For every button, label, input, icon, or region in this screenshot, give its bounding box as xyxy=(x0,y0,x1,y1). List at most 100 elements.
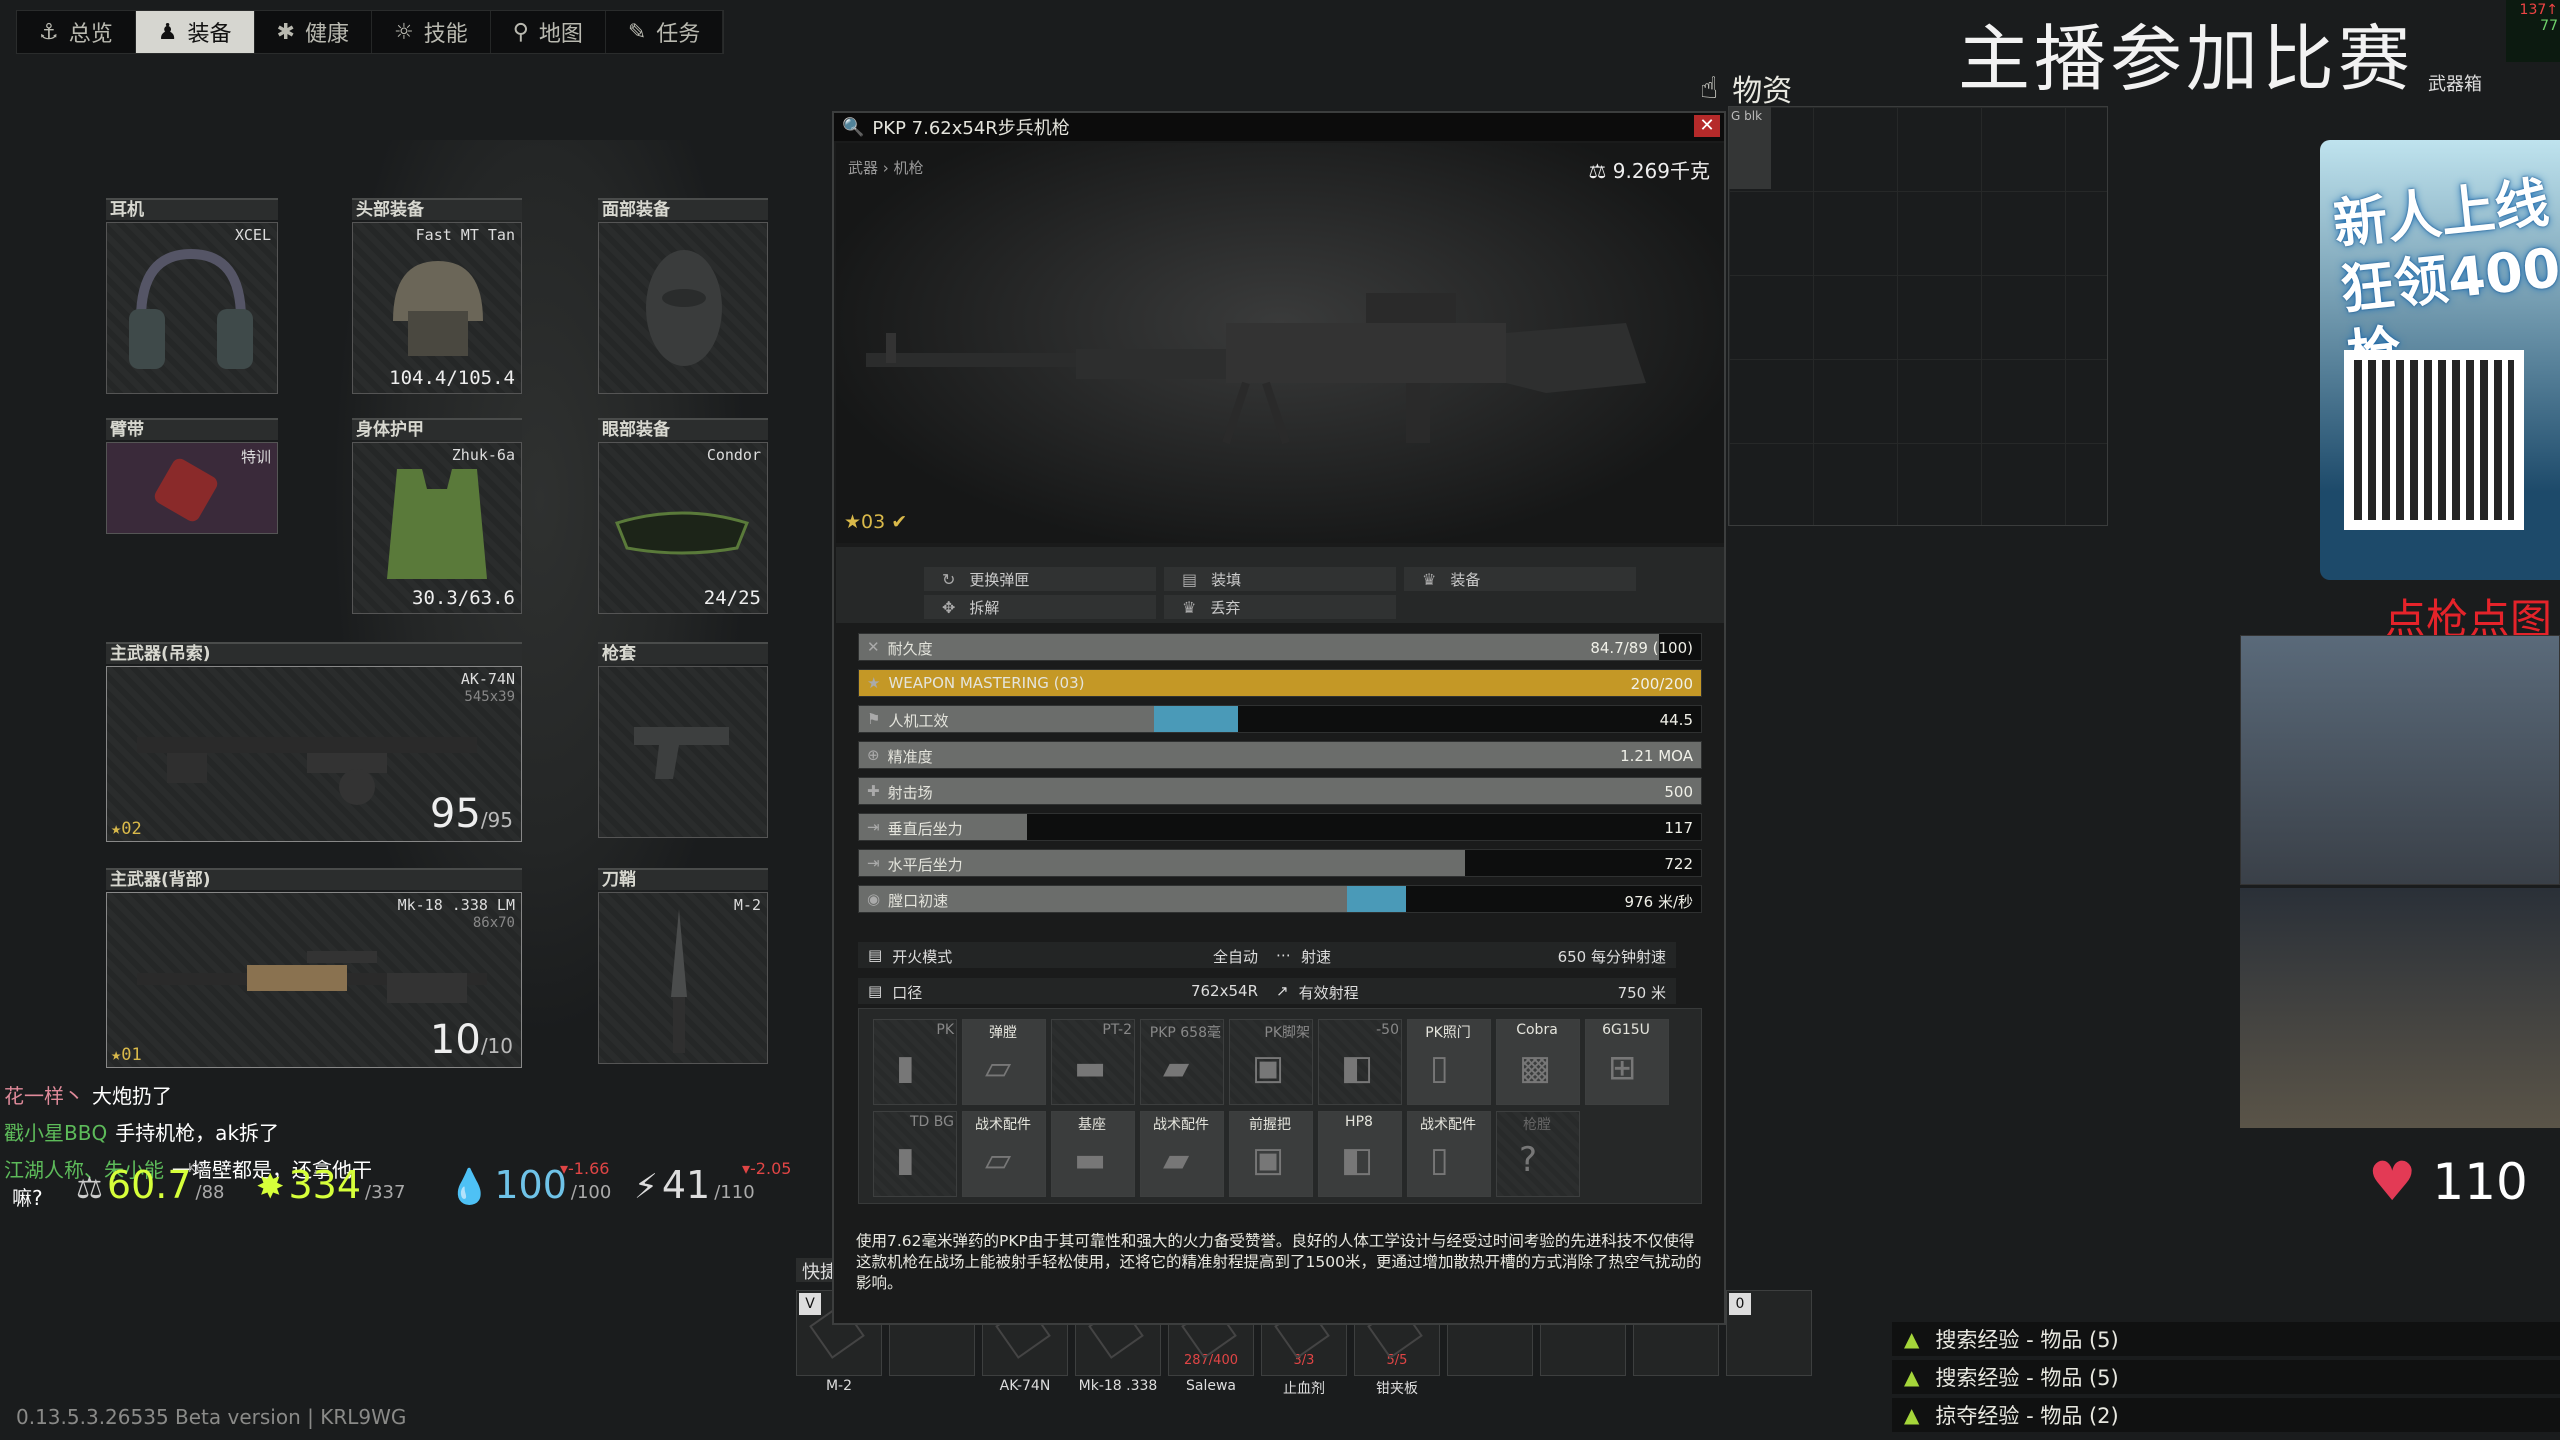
stat-label: ⇥ 垂直后坐力 xyxy=(867,818,963,838)
close-button[interactable]: ✕ xyxy=(1694,115,1720,137)
eyewear-slot[interactable]: Condor 24/25 xyxy=(598,442,768,614)
mod-part-icon: ▰ xyxy=(1163,1140,1190,1180)
disassemble-button[interactable]: ✥ 拆解 xyxy=(924,595,1156,619)
primary1-header: 主武器(吊索) xyxy=(106,642,522,664)
corner-stats: 137↑ 77 xyxy=(2506,0,2560,62)
scabbard-slot[interactable]: M-2 xyxy=(598,892,768,1064)
mod-slot[interactable]: 战术配件 ▯ xyxy=(1407,1111,1491,1197)
primary1-slot[interactable]: AK-74N 545x39 ★02 95/95 xyxy=(106,666,522,842)
stat-bar: ⚑ 人机工效 44.5 xyxy=(858,705,1702,733)
helmet-icon xyxy=(393,261,483,356)
tab-gear[interactable]: ♟ 装备 xyxy=(135,11,255,53)
earpiece-slot[interactable]: XCEL xyxy=(106,222,278,394)
property-row: ▤ 口径 762x54R xyxy=(858,978,1268,1004)
mod-slots: PK ▮ 弹膛 ▱ PT-2 ▬ PKP 658毫 ▰ PK脚架 ▣ -50 ◧ PK照门 ▯ Cobra ▩… xyxy=(858,1008,1702,1204)
tab-overview[interactable]: ⚓ 总览 xyxy=(17,11,136,53)
mod-slot[interactable]: 战术配件 ▱ xyxy=(962,1111,1046,1197)
stash-grid[interactable]: G blk xyxy=(1728,106,2108,526)
mod-slot[interactable]: 战术配件 ▰ xyxy=(1140,1111,1224,1197)
mod-slot[interactable]: Cobra ▩ xyxy=(1496,1019,1580,1105)
firemode-icon: ▤ xyxy=(868,946,883,964)
promo-banner: 新人上线 狂领400枪 xyxy=(2320,140,2560,580)
window-titlebar[interactable]: 🔍 PKP 7.62x54R步兵机枪 xyxy=(834,113,1724,141)
stat-value: 500 xyxy=(1664,783,1693,801)
property-row: ▤ 开火模式 全自动 xyxy=(858,942,1268,968)
mod-slot[interactable]: 弹膛 ▱ xyxy=(962,1019,1046,1105)
mod-slot[interactable]: PK照门 ▯ xyxy=(1407,1019,1491,1105)
property-value: 全自动 xyxy=(1212,948,1258,966)
eyewear-header: 眼部装备 xyxy=(598,418,768,440)
knife-icon xyxy=(671,909,687,1053)
top-nav: ⚓ 总览 ♟ 装备 ✱ 健康 ☼ 技能 ⚲ 地图 ✎ 任务 xyxy=(16,10,725,54)
stat-value: 44.5 xyxy=(1659,711,1693,729)
hotbar-slot[interactable]: 0 xyxy=(1726,1290,1812,1376)
mod-slot[interactable]: 基座 ▬ xyxy=(1051,1111,1135,1197)
stash-item[interactable]: G blk xyxy=(1729,107,1771,189)
stat-value: 722 xyxy=(1664,855,1693,873)
mod-slot[interactable]: 前握把 ▣ xyxy=(1229,1111,1313,1197)
holster-slot[interactable] xyxy=(598,666,768,838)
mod-slot[interactable]: HP8 ◧ xyxy=(1318,1111,1402,1197)
mod-part-icon: ▬ xyxy=(1074,1140,1107,1180)
property-row: ↗ 有效射程 750 米 xyxy=(1266,978,1676,1004)
mod-slot-label: -50 xyxy=(1376,1022,1399,1038)
load-button[interactable]: ▤ 装填 xyxy=(1164,567,1396,591)
discard-button[interactable]: ♛ 丢弃 xyxy=(1164,595,1396,619)
property-value: 750 米 xyxy=(1617,984,1666,1002)
earpiece-header: 耳机 xyxy=(106,198,278,220)
reload-button[interactable]: ↻ 更换弹匣 xyxy=(924,567,1156,591)
mk18-icon xyxy=(137,951,487,1003)
face-slot[interactable] xyxy=(598,222,768,394)
mod-slot[interactable]: PK ▮ xyxy=(873,1019,957,1105)
property-value: 650 每分钟射速 xyxy=(1557,948,1666,966)
headwear-slot[interactable]: Fast MT Tan 104.4/105.4 xyxy=(352,222,522,394)
stat-bar: ✕ 耐久度 84.7/89 (100) xyxy=(858,633,1702,661)
eyewear-durability: 24/25 xyxy=(703,587,761,609)
mod-slot[interactable]: PK脚架 ▣ xyxy=(1229,1019,1313,1105)
durability-icon: ✕ xyxy=(867,638,880,656)
vrecoil-icon: ⇥ xyxy=(867,818,880,836)
discard-icon: ♛ xyxy=(1182,597,1197,617)
mod-slot[interactable]: 6G15U ⊞ xyxy=(1585,1019,1669,1105)
hrecoil-icon: ⇥ xyxy=(867,854,880,872)
property-row: ⋯ 射速 650 每分钟射速 xyxy=(1266,942,1676,968)
webcam-top xyxy=(2240,635,2560,885)
mod-slot[interactable]: TD BG ▮ xyxy=(873,1111,957,1197)
mod-slot-label: 战术配件 xyxy=(975,1117,1031,1133)
mod-slot[interactable]: PT-2 ▬ xyxy=(1051,1019,1135,1105)
equip-button[interactable]: ♛ 装备 xyxy=(1404,567,1636,591)
stream-title: 主播参加比赛 xyxy=(1958,17,2415,101)
primary1-level: ★02 xyxy=(111,819,142,839)
primary2-slot[interactable]: Mk-18 .338 LM 86x70 ★01 10/10 xyxy=(106,892,522,1068)
tab-skills[interactable]: ☼ 技能 xyxy=(372,11,491,53)
hotbar-label: 止血剂 xyxy=(1283,1381,1325,1397)
mod-slot[interactable]: PKP 658毫 ▰ xyxy=(1140,1019,1224,1105)
headwear-durability: 104.4/105.4 xyxy=(389,367,515,389)
quest-notice: ▲ 搜索经验 - 物品 (5) xyxy=(1892,1360,2560,1394)
accuracy-icon: ⊕ xyxy=(867,746,880,764)
mod-slot[interactable]: 枪膛? xyxy=(1496,1111,1580,1197)
mod-slot-label: PKP 658毫 xyxy=(1149,1025,1221,1041)
property-label: ▤ 开火模式 xyxy=(868,946,953,966)
headwear-name: Fast MT Tan xyxy=(415,226,515,244)
tab-map[interactable]: ⚲ 地图 xyxy=(491,11,606,53)
primary1-ammo: 95/95 xyxy=(429,791,513,837)
headwear-header: 头部装备 xyxy=(352,198,522,220)
stat-value: 976 米/秒 xyxy=(1624,893,1693,911)
stat-bar: ✚ 射击场 500 xyxy=(858,777,1702,805)
mod-slot[interactable]: -50 ◧ xyxy=(1318,1019,1402,1105)
tab-tasks[interactable]: ✎ 任务 xyxy=(606,11,724,53)
mod-part-icon: ▯ xyxy=(1430,1140,1449,1180)
mod-slot-label: PK照门 xyxy=(1425,1025,1471,1041)
armor-durability: 30.3/63.6 xyxy=(412,587,515,609)
hotbar-label: Mk-18 .338 xyxy=(1078,1378,1158,1394)
vest-icon xyxy=(387,469,487,579)
armband-slot[interactable]: 特训 xyxy=(106,442,278,534)
heart-rate: ♥ 110 xyxy=(2368,1150,2528,1213)
tab-health[interactable]: ✱ 健康 xyxy=(255,11,372,53)
stat-label: ✕ 耐久度 xyxy=(867,638,933,658)
stat-label: ⚑ 人机工效 xyxy=(867,710,949,730)
armor-slot[interactable]: Zhuk-6a 30.3/63.6 xyxy=(352,442,522,614)
range-icon: ✚ xyxy=(867,782,880,800)
mod-part-icon: ◧ xyxy=(1341,1048,1374,1088)
